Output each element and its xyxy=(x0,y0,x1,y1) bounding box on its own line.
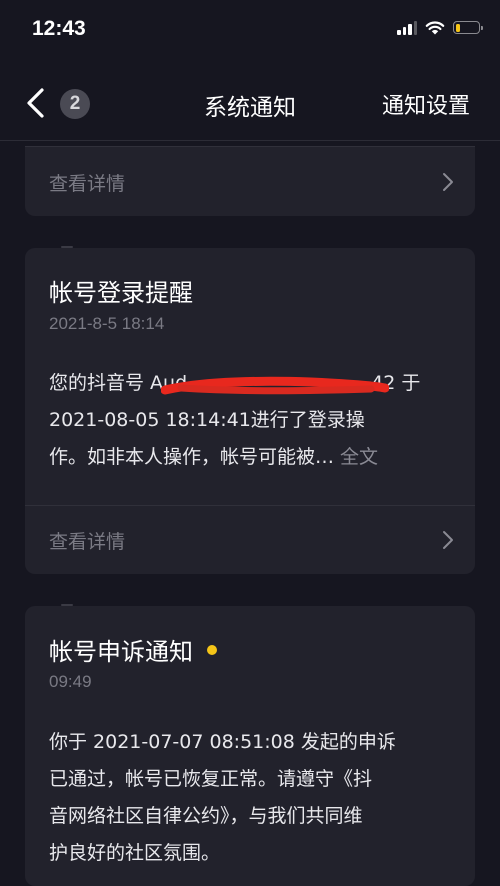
divider xyxy=(25,505,475,506)
battery-icon xyxy=(453,21,483,34)
wifi-icon xyxy=(425,21,445,35)
card-title: 帐号申诉通知 xyxy=(49,632,217,667)
nav-bar: 2 系统通知 通知设置 xyxy=(0,64,500,141)
body-line: 已通过，帐号已恢复正常。请遵守《抖 xyxy=(49,768,373,790)
status-bar: 12:43 xyxy=(0,0,500,60)
card-title-text: 帐号登录提醒 xyxy=(49,279,193,307)
status-icons xyxy=(397,20,483,35)
view-details-label: 查看详情 xyxy=(49,173,126,195)
card-timestamp: 09:49 xyxy=(49,672,92,691)
body-line: 音网络社区自律公约》，与我们共同维 xyxy=(49,805,363,827)
expand-full-text-link[interactable]: 全文 xyxy=(340,446,378,468)
chevron-left-icon[interactable] xyxy=(22,86,50,120)
chevron-right-icon xyxy=(443,531,453,549)
view-details-row[interactable]: 查看详情 xyxy=(25,510,475,570)
body-line: 护良好的社区氛围。 xyxy=(49,842,221,864)
body-line: 你于 2021-07-07 08:51:08 发起的申诉 xyxy=(49,731,396,753)
chevron-right-icon xyxy=(443,173,453,191)
card-title-text: 帐号申诉通知 xyxy=(49,638,193,666)
card-body: 你于 2021-07-07 08:51:08 发起的申诉 已通过，帐号已恢复正常… xyxy=(49,724,459,872)
notification-settings-button[interactable]: 通知设置 xyxy=(382,88,470,120)
unread-count-badge[interactable]: 2 xyxy=(60,89,90,119)
card-body: 您的抖音号 Aud 42 于 2021-08-05 18:14:41进行了登录操 … xyxy=(49,365,459,476)
view-details-row[interactable]: 查看详情 xyxy=(25,152,475,212)
body-text: 作。如非本人操作，帐号可能被… xyxy=(49,446,335,468)
signal-icon xyxy=(397,20,417,35)
notification-card: 查看详情 xyxy=(25,146,475,216)
redaction-scribble xyxy=(161,376,389,395)
card-notch xyxy=(61,246,73,248)
status-time: 12:43 xyxy=(32,17,86,40)
notification-card[interactable]: 帐号登录提醒 2021-8-5 18:14 您的抖音号 Aud 42 于 2021… xyxy=(25,246,475,574)
battery-level xyxy=(455,23,460,32)
card-timestamp: 2021-8-5 18:14 xyxy=(49,314,165,333)
body-line: 作。如非本人操作，帐号可能被… 全文 xyxy=(49,439,459,476)
unread-dot xyxy=(207,644,217,655)
page-title: 系统通知 xyxy=(204,95,296,121)
card-title: 帐号登录提醒 xyxy=(49,273,193,308)
body-line: 2021-08-05 18:14:41进行了登录操 xyxy=(49,409,365,431)
divider xyxy=(25,146,475,147)
view-details-label: 查看详情 xyxy=(49,531,126,553)
notification-card[interactable]: 帐号申诉通知 09:49 你于 2021-07-07 08:51:08 发起的申… xyxy=(25,604,475,886)
body-line: 您的抖音号 Aud 42 于 xyxy=(49,365,459,402)
card-notch xyxy=(61,604,73,606)
